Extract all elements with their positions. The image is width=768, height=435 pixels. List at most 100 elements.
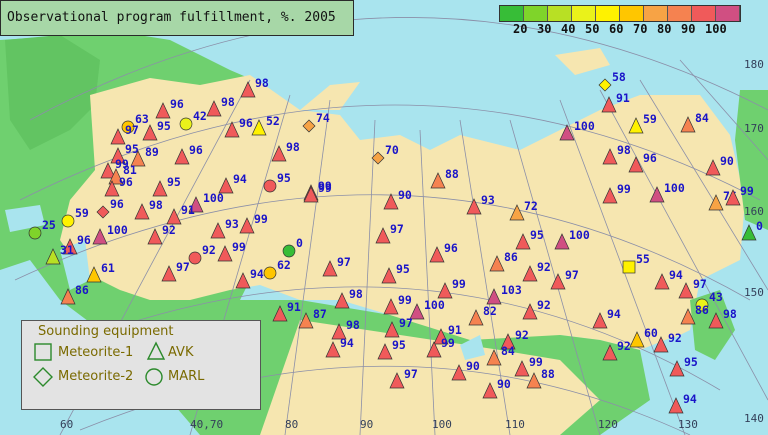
scale-swatch: [500, 6, 524, 21]
scale-swatch: [596, 6, 620, 21]
station-value: 59: [643, 112, 657, 126]
station-value: 90: [720, 154, 734, 168]
station-value: 62: [277, 258, 291, 272]
station-meteorite-1-marker: [622, 260, 636, 274]
station-value: 74: [316, 111, 330, 125]
legend-label-meteorite-1: Meteorite-1: [58, 345, 134, 360]
station-value: 97: [390, 222, 404, 236]
station-value: 86: [504, 250, 518, 264]
longitude-label: 110: [505, 418, 525, 431]
scale-label: 80: [657, 22, 672, 36]
station-value: 98: [255, 76, 269, 90]
scale-swatch: [692, 6, 716, 21]
station-value: 92: [515, 328, 529, 342]
station-value: 95: [392, 338, 406, 352]
longitude-label: 100: [432, 418, 452, 431]
station-value: 90: [466, 359, 480, 373]
longitude-label: 160: [744, 205, 764, 218]
longitude-label: 90: [360, 418, 373, 431]
station-value: 103: [501, 283, 522, 297]
station-value: 96: [170, 97, 184, 111]
station-value: 95: [396, 262, 410, 276]
scale-swatch: [524, 6, 548, 21]
station-value: 59: [75, 206, 89, 220]
station-value: 42: [193, 109, 207, 123]
scale-swatch: [668, 6, 692, 21]
station-value: 55: [636, 252, 650, 266]
station-value: 87: [313, 307, 327, 321]
longitude-label: 150: [744, 286, 764, 299]
station-value: 95: [167, 175, 181, 189]
station-value: 25: [42, 218, 56, 232]
station-value: 94: [607, 307, 621, 321]
station-value: 100: [203, 191, 224, 205]
station-value: 96: [239, 116, 253, 130]
station-value: 97: [404, 367, 418, 381]
station-value: 97: [399, 316, 413, 330]
scale-label: 90: [681, 22, 696, 36]
scale-label: 60: [609, 22, 624, 36]
longitude-label: 130: [678, 418, 698, 431]
triangle-icon: [146, 341, 166, 360]
station-value: 93: [225, 217, 239, 231]
scale-label: 100: [705, 22, 727, 36]
station-value: 95: [684, 355, 698, 369]
color-scale: [499, 5, 741, 22]
station-value: 96: [189, 143, 203, 157]
station-value: 91: [616, 91, 630, 105]
station-value: 92: [617, 339, 631, 353]
longitude-label: 170: [744, 122, 764, 135]
station-value: 70: [385, 143, 399, 157]
scale-label: 20: [513, 22, 528, 36]
station-value: 99: [617, 182, 631, 196]
station-value: 60: [644, 326, 658, 340]
station-value: 84: [695, 111, 709, 125]
station-value: 96: [77, 233, 91, 247]
station-value: 99: [740, 184, 754, 198]
station-marl-marker: [282, 244, 296, 258]
station-value: 72: [524, 199, 538, 213]
station-value: 52: [266, 114, 280, 128]
station-value: 58: [612, 70, 626, 84]
station-value: 98: [221, 95, 235, 109]
longitude-label: 40,70: [190, 418, 223, 431]
station-value: 94: [669, 268, 683, 282]
station-value: 96: [119, 175, 133, 189]
station-value: 100: [107, 223, 128, 237]
station-value: 92: [668, 331, 682, 345]
station-value: 98: [617, 143, 631, 157]
scale-label: 70: [633, 22, 648, 36]
station-value: 98: [723, 307, 737, 321]
station-value: 92: [537, 298, 551, 312]
scale-label: 40: [561, 22, 576, 36]
station-value: 97: [565, 268, 579, 282]
station-value: 31: [60, 243, 74, 257]
station-value: 99: [441, 336, 455, 350]
color-scale-labels: 20 30 40 50 60 70 80 90 100: [499, 22, 749, 36]
scale-swatch: [548, 6, 572, 21]
station-value: 92: [202, 243, 216, 257]
station-value: 92: [537, 260, 551, 274]
station-value: 95: [157, 119, 171, 133]
station-value: 92: [162, 223, 176, 237]
longitude-label: 140: [744, 412, 764, 425]
station-value: 0: [756, 219, 763, 233]
station-value: 99: [398, 293, 412, 307]
station-value: 99: [232, 240, 246, 254]
station-value: 94: [233, 172, 247, 186]
station-value: 100: [424, 298, 445, 312]
station-value: 86: [75, 283, 89, 297]
station-value: 86: [695, 303, 709, 317]
longitude-label: 80: [285, 418, 298, 431]
scale-label: 50: [585, 22, 600, 36]
diamond-icon: [33, 367, 53, 387]
station-value: 61: [101, 261, 115, 275]
station-value: 95: [530, 228, 544, 242]
station-value: 95: [277, 171, 291, 185]
station-value: 82: [483, 304, 497, 318]
station-value: 98: [286, 140, 300, 154]
station-value: 97: [125, 123, 139, 137]
circle-icon: [145, 368, 163, 386]
map-title: Observational program fulfillment, %. 20…: [7, 10, 336, 25]
station-value: 97: [337, 255, 351, 269]
